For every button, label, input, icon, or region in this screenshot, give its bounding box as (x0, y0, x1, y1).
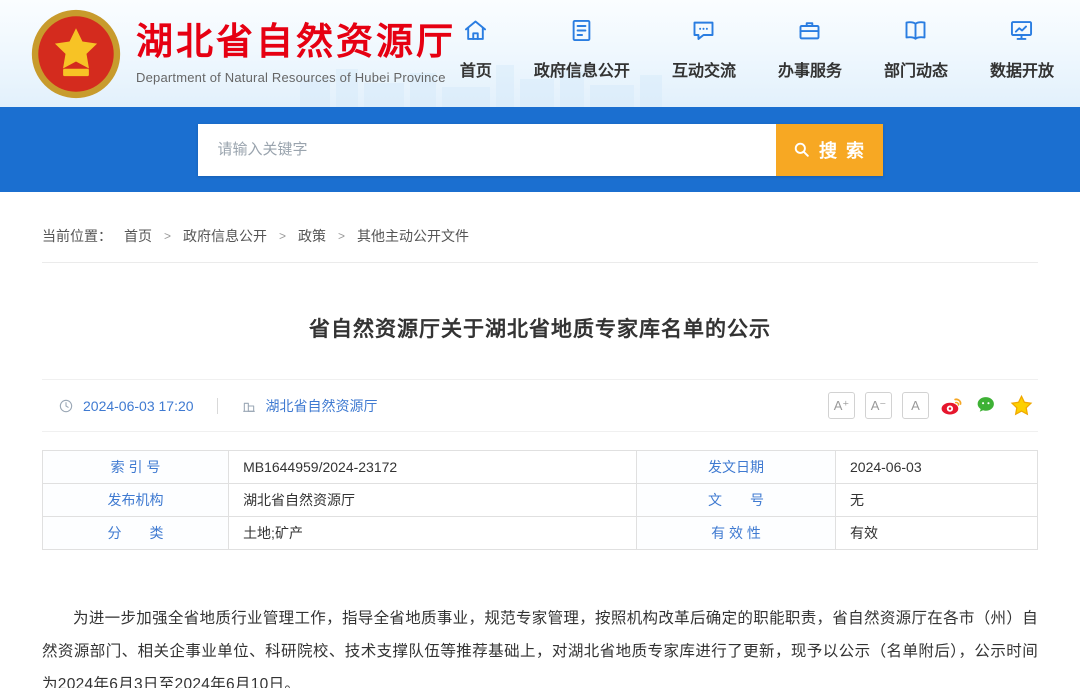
meta-label-validity: 有 效 性 (637, 517, 836, 550)
breadcrumb-label: 当前位置： (42, 226, 112, 246)
meta-label-doc-number: 文 号 (637, 484, 836, 517)
meta-divider (217, 398, 218, 414)
breadcrumb-separator: > (279, 229, 286, 243)
font-size-increase-button[interactable]: A⁺ (828, 392, 855, 419)
weibo-share-icon[interactable] (939, 393, 964, 418)
nav-item-department-news[interactable]: 部门动态 (884, 17, 948, 81)
search-icon (792, 140, 811, 159)
breadcrumb-item-other-docs[interactable]: 其他主动公开文件 (357, 226, 469, 246)
clock-icon (58, 398, 74, 414)
document-icon (568, 17, 595, 49)
meta-value-index-number: MB1644959/2024-23172 (229, 451, 637, 484)
meta-label-issuing-agency: 发布机构 (43, 484, 229, 517)
nav-label: 数据开放 (990, 57, 1054, 81)
nav-item-open-data[interactable]: 数据开放 (990, 17, 1054, 81)
nav-item-services[interactable]: 办事服务 (778, 17, 842, 81)
search-button-label: 搜 索 (819, 137, 866, 163)
breadcrumb-item-policy[interactable]: 政策 (298, 226, 326, 246)
wechat-share-icon[interactable] (974, 393, 999, 418)
nav-label: 互动交流 (672, 57, 736, 81)
favorite-star-icon[interactable] (1009, 393, 1034, 418)
nav-item-gov-info[interactable]: 政府信息公开 (534, 17, 630, 81)
search-button[interactable]: 搜 索 (776, 124, 883, 176)
meta-label-category: 分 类 (43, 517, 229, 550)
meta-label-issue-date: 发文日期 (637, 451, 836, 484)
site-header: 湖北省自然资源厅 Department of Natural Resources… (0, 0, 1080, 107)
nav-item-home[interactable]: 首页 (460, 17, 492, 81)
site-subtitle: Department of Natural Resources of Hubei… (136, 70, 456, 85)
source-building-icon (241, 398, 257, 414)
nav-label: 办事服务 (778, 57, 842, 81)
article-meta-right: A⁺ A⁻ A (828, 392, 1034, 419)
home-icon (462, 17, 489, 49)
breadcrumb-separator: > (164, 229, 171, 243)
document-meta-table: 索 引 号 MB1644959/2024-23172 发文日期 2024-06-… (42, 450, 1038, 550)
font-size-decrease-button[interactable]: A⁻ (865, 392, 892, 419)
nav-label: 部门动态 (884, 57, 948, 81)
article-body-paragraph: 为进一步加强全省地质行业管理工作，指导全省地质事业，规范专家管理，按照机构改革后… (42, 602, 1038, 688)
chat-bubble-icon (690, 17, 717, 49)
monitor-chart-icon (1008, 17, 1035, 49)
breadcrumb: 当前位置： 首页 > 政府信息公开 > 政策 > 其他主动公开文件 (42, 226, 1038, 263)
search-bar: 搜 索 (0, 107, 1080, 192)
search-input[interactable] (198, 124, 776, 176)
site-title-block: 湖北省自然资源厅 Department of Natural Resources… (136, 22, 456, 85)
article-meta-left: 2024-06-03 17:20 湖北省自然资源厅 (58, 396, 378, 416)
meta-label-index-number: 索 引 号 (43, 451, 229, 484)
publish-time: 2024-06-03 17:20 (83, 398, 194, 414)
breadcrumb-item-home[interactable]: 首页 (124, 226, 152, 246)
national-emblem-logo[interactable] (30, 8, 122, 100)
site-title: 湖北省自然资源厅 (136, 22, 456, 63)
main-content: 当前位置： 首页 > 政府信息公开 > 政策 > 其他主动公开文件 省自然资源厅… (0, 192, 1080, 688)
article-source[interactable]: 湖北省自然资源厅 (266, 396, 378, 416)
table-row: 索 引 号 MB1644959/2024-23172 发文日期 2024-06-… (43, 451, 1038, 484)
table-row: 分 类 土地;矿产 有 效 性 有效 (43, 517, 1038, 550)
font-size-reset-button[interactable]: A (902, 392, 929, 419)
search-box: 搜 索 (198, 124, 883, 176)
article-title: 省自然资源厅关于湖北省地质专家库名单的公示 (42, 313, 1038, 343)
meta-value-issuing-agency: 湖北省自然资源厅 (229, 484, 637, 517)
meta-value-issue-date: 2024-06-03 (836, 451, 1038, 484)
table-row: 发布机构 湖北省自然资源厅 文 号 无 (43, 484, 1038, 517)
open-book-icon (902, 17, 929, 49)
breadcrumb-item-gov-info[interactable]: 政府信息公开 (183, 226, 267, 246)
nav-label: 政府信息公开 (534, 57, 630, 81)
meta-value-doc-number: 无 (836, 484, 1038, 517)
meta-value-validity: 有效 (836, 517, 1038, 550)
breadcrumb-separator: > (338, 229, 345, 243)
nav-label: 首页 (460, 57, 492, 81)
briefcase-icon (796, 17, 823, 49)
article-meta: 2024-06-03 17:20 湖北省自然资源厅 A⁺ A⁻ A (42, 379, 1038, 432)
main-nav: 首页 政府信息公开 互动交流 办事服务 部门动态 (460, 17, 1054, 81)
nav-item-interaction[interactable]: 互动交流 (672, 17, 736, 81)
meta-value-category: 土地;矿产 (229, 517, 637, 550)
